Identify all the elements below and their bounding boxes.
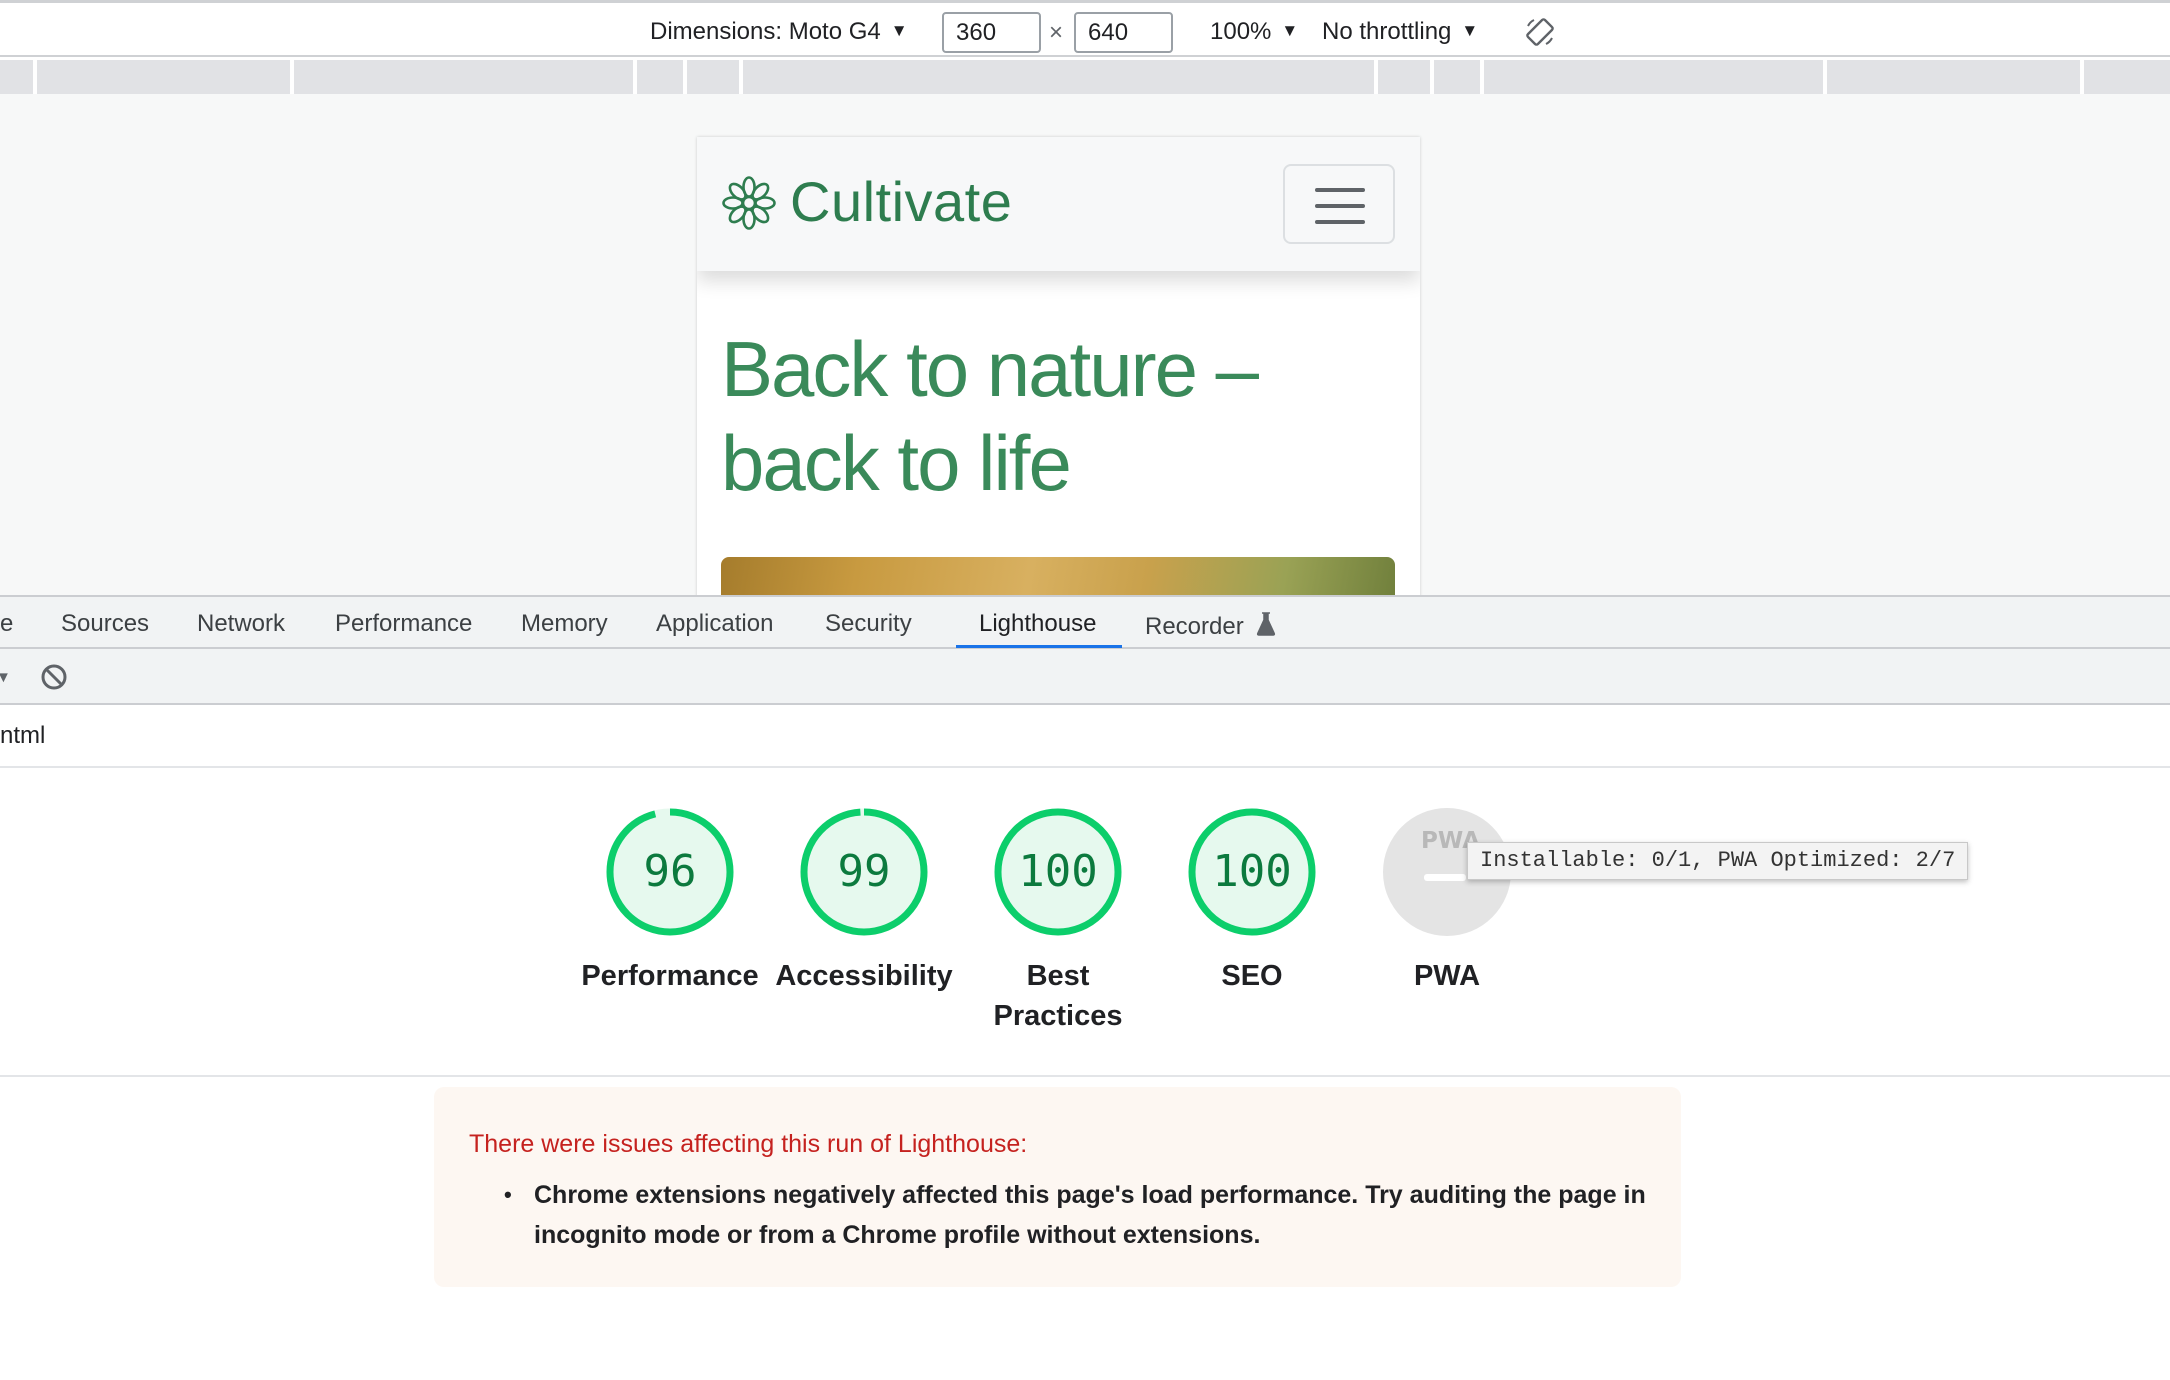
menu-toggle-button[interactable] xyxy=(1283,164,1395,244)
pwa-label: PWA xyxy=(1413,960,1481,992)
devtools-tab-bar: e Sources Network Performance Memory App… xyxy=(0,595,2170,649)
hero-image xyxy=(721,557,1395,595)
tab-recorder-label: Recorder xyxy=(1145,613,1244,640)
chevron-down-icon: ▼ xyxy=(1461,21,1479,40)
hamburger-icon xyxy=(1315,204,1365,208)
seo-label: SEO xyxy=(1221,960,1283,992)
best-practices-label-line-2: Practices xyxy=(993,1000,1123,1032)
zoom-label: 100% xyxy=(1210,18,1272,45)
tab-lighthouse[interactable]: Lighthouse xyxy=(979,610,1096,638)
ruler-tick xyxy=(1823,60,1827,94)
zoom-dropdown[interactable]: 100% ▼ xyxy=(1210,17,1298,49)
best-practices-score: 100 xyxy=(1018,846,1098,897)
accessibility-score: 99 xyxy=(837,846,891,897)
tab-performance[interactable]: Performance xyxy=(335,610,472,638)
tab-security[interactable]: Security xyxy=(825,610,912,638)
best-practices-label: Best Practices xyxy=(968,956,1148,1036)
ruler-tick xyxy=(33,60,37,94)
report-url-bar: ntml xyxy=(0,705,2170,768)
ruler-tick xyxy=(1430,60,1434,94)
hero-line-1: Back to nature – xyxy=(721,325,1259,413)
tab-application[interactable]: Application xyxy=(656,610,773,638)
chevron-down-icon: ▼ xyxy=(890,21,908,40)
rotate-icon[interactable] xyxy=(1524,16,1556,48)
performance-score: 96 xyxy=(643,846,697,897)
flower-logo-icon[interactable] xyxy=(721,175,777,231)
seo-score: 100 xyxy=(1212,846,1292,897)
device-dimensions-label: Dimensions: Moto G4 xyxy=(650,18,881,45)
brand-name[interactable]: Cultivate xyxy=(790,170,1012,234)
run-warnings-box: There were issues affecting this run of … xyxy=(434,1087,1681,1287)
hero-line-2: back to life xyxy=(721,419,1072,507)
times-icon: × xyxy=(1049,19,1064,46)
ruler-tick xyxy=(739,60,743,94)
site-navbar: Cultivate xyxy=(697,137,1420,271)
warnings-heading: There were issues affecting this run of … xyxy=(469,1130,1028,1158)
warning-item: • Chrome extensions negatively affected … xyxy=(490,1175,1660,1255)
ruler-tick xyxy=(1374,60,1378,94)
tab-network[interactable]: Network xyxy=(197,610,285,638)
device-toolbar: Dimensions: Moto G4 ▼ 360 × 640 100% ▼ No … xyxy=(0,0,2170,57)
active-tab-indicator xyxy=(956,645,1122,648)
report-url[interactable]: ntml xyxy=(0,722,45,750)
device-dimensions-dropdown[interactable]: Dimensions: Moto G4 ▼ xyxy=(650,17,908,49)
media-query-ruler[interactable] xyxy=(0,60,2170,94)
accessibility-label: Accessibility xyxy=(775,960,953,992)
tab-console[interactable]: e xyxy=(0,610,13,638)
section-divider xyxy=(0,1075,2170,1077)
warnings-list: • Chrome extensions negatively affected … xyxy=(490,1175,1660,1255)
tab-memory[interactable]: Memory xyxy=(521,610,608,638)
ruler-tick xyxy=(1480,60,1484,94)
device-frame: Cultivate Back to nature – back to life xyxy=(697,137,1420,595)
ruler-tick xyxy=(683,60,687,94)
hamburger-icon xyxy=(1315,188,1365,192)
throttling-dropdown[interactable]: No throttling ▼ xyxy=(1322,17,1478,49)
best-practices-label-line-1: Best xyxy=(1026,960,1090,992)
ruler-tick xyxy=(633,60,637,94)
warning-text-line-2: incognito mode or from a Chrome profile … xyxy=(534,1221,1261,1249)
experiment-flask-icon xyxy=(1257,612,1276,636)
pwa-tooltip: Installable: 0/1, PWA Optimized: 2/7 xyxy=(1467,842,1969,880)
clear-block-icon[interactable] xyxy=(39,662,69,692)
chevron-down-icon: ▼ xyxy=(1281,21,1299,40)
tab-recorder[interactable]: Recorder xyxy=(1145,610,1276,641)
hamburger-icon xyxy=(1315,220,1365,224)
warning-text-line-1: Chrome extensions negatively affected th… xyxy=(534,1181,1646,1209)
tab-sources[interactable]: Sources xyxy=(61,610,149,638)
bullet-icon: • xyxy=(504,1182,512,1207)
device-viewport: Cultivate Back to nature – back to life xyxy=(0,94,2170,595)
hero-title: Back to nature – back to life xyxy=(721,322,1341,510)
chevron-down-icon[interactable]: ▼ xyxy=(0,669,11,686)
throttling-label: No throttling xyxy=(1322,18,1452,45)
width-input[interactable]: 360 xyxy=(942,12,1041,53)
lighthouse-toolbar: ▼ xyxy=(0,649,2170,705)
performance-label: Performance xyxy=(581,960,759,992)
ruler-tick xyxy=(290,60,294,94)
height-input[interactable]: 640 xyxy=(1074,12,1173,53)
ruler-tick xyxy=(2080,60,2084,94)
